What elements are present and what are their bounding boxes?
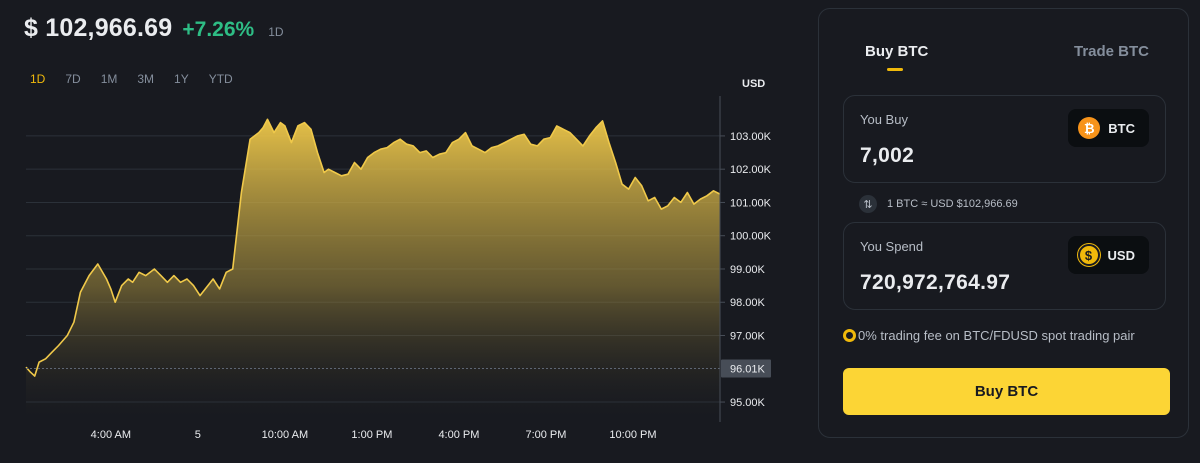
tab-trade-btc[interactable]: Trade BTC	[1074, 43, 1149, 60]
x-tick-label: 1:00 PM	[351, 429, 392, 441]
price-chart[interactable]: USD 103.00K 102.00K 101.00K 100.00K 99.00K 98…	[0, 70, 800, 463]
buy-asset-symbol: BTC	[1108, 120, 1135, 136]
exchange-rate: ⇅ 1 BTC ≈ USD $102,966.69	[859, 195, 1018, 213]
dollar-icon: $	[1077, 244, 1100, 266]
spend-asset-selector[interactable]: $ USD	[1067, 236, 1149, 274]
you-spend-label: You Spend	[860, 239, 924, 254]
x-tick-label: 7:00 PM	[525, 429, 566, 441]
you-spend-box[interactable]: You Spend 720,972,764.97 $ USD	[843, 222, 1166, 310]
active-tab-indicator	[887, 68, 903, 71]
x-axis-ticks: 4:00 AM 5 10:00 AM 1:00 PM 4:00 PM 7:00 PM 10:…	[91, 429, 657, 441]
buy-asset-selector[interactable]: ₿ BTC	[1068, 109, 1149, 147]
you-buy-amount[interactable]: 7,002	[860, 144, 914, 168]
bitcoin-icon: ₿	[1078, 117, 1101, 139]
y-tick-label: 95.00K	[730, 397, 766, 409]
y-tick-label: 101.00K	[730, 197, 772, 209]
swap-icon[interactable]: ⇅	[859, 195, 877, 213]
y-tick-label: 97.00K	[730, 331, 766, 343]
x-tick-label: 4:00 AM	[91, 429, 131, 441]
x-tick-label: 10:00 AM	[262, 429, 308, 441]
price-change-percent: +7.26%	[182, 18, 255, 41]
fee-notice-text: 0% trading fee on BTC/FDUSD spot trading…	[858, 328, 1135, 343]
y-tick-label: 99.00K	[730, 264, 766, 276]
spend-asset-symbol: USD	[1107, 247, 1135, 263]
buy-btc-button[interactable]: Buy BTC	[843, 368, 1170, 415]
you-buy-label: You Buy	[860, 112, 908, 127]
reference-price-badge: 96.01K	[721, 359, 771, 378]
reference-price-label: 96.01K	[730, 363, 766, 375]
price-header: $ 102,966.69 +7.26% 1D	[24, 14, 284, 43]
you-buy-box[interactable]: You Buy 7,002 ₿ BTC	[843, 95, 1166, 183]
x-tick-label: 4:00 PM	[438, 429, 479, 441]
fee-notice: 0% trading fee on BTC/FDUSD spot trading…	[843, 328, 1135, 343]
x-tick-label: 5	[195, 429, 201, 441]
you-spend-amount[interactable]: 720,972,764.97	[860, 271, 1010, 295]
y-tick-label: 102.00K	[730, 164, 772, 176]
change-period: 1D	[268, 25, 284, 39]
fee-badge-icon	[843, 329, 856, 342]
y-tick-label: 98.00K	[730, 297, 766, 309]
current-price: $ 102,966.69	[24, 14, 173, 42]
tab-buy-btc[interactable]: Buy BTC	[865, 43, 928, 60]
y-tick-label: 103.00K	[730, 131, 772, 143]
buy-panel: Buy BTC Trade BTC You Buy 7,002 ₿ BTC ⇅ …	[818, 8, 1189, 438]
x-tick-label: 10:00 PM	[609, 429, 656, 441]
chart-currency-label: USD	[742, 78, 765, 90]
exchange-rate-text: 1 BTC ≈ USD $102,966.69	[887, 198, 1018, 210]
y-tick-label: 100.00K	[730, 231, 772, 243]
